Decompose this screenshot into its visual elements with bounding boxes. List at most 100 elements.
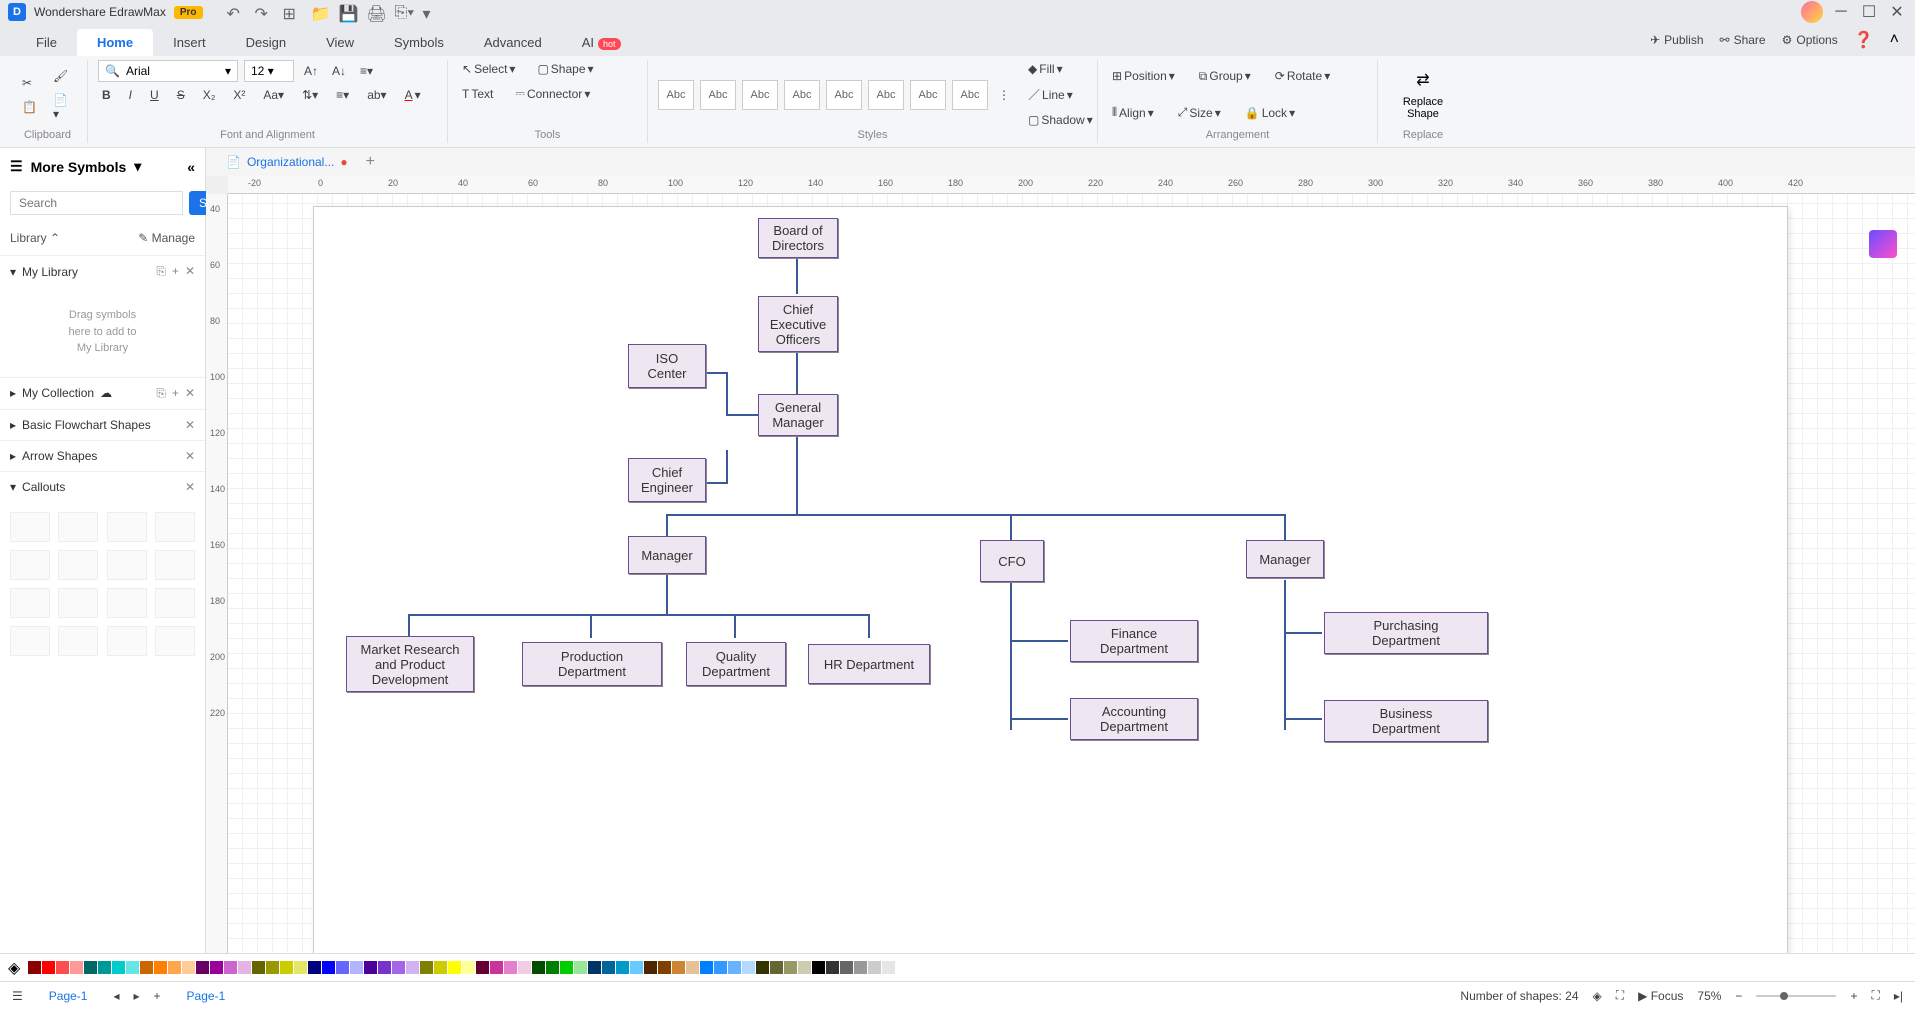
color-swatch[interactable]	[308, 961, 321, 974]
publish-button[interactable]: ✈Publish	[1650, 33, 1703, 47]
color-swatch[interactable]	[364, 961, 377, 974]
flowchart-section[interactable]: ▸ Basic Flowchart Shapes✕	[0, 410, 205, 440]
redo-icon[interactable]: ↷	[255, 4, 271, 20]
callout-shape[interactable]	[58, 550, 98, 580]
panel-toggle-icon[interactable]: ▸|	[1894, 989, 1903, 1003]
menu-file[interactable]: File	[16, 29, 77, 56]
org-mgr1[interactable]: Manager	[628, 536, 706, 574]
undo-icon[interactable]: ↶	[227, 4, 243, 20]
strike-icon[interactable]: S	[173, 86, 189, 104]
color-swatch[interactable]	[112, 961, 125, 974]
position-button[interactable]: ⊞ Position▾	[1108, 67, 1179, 85]
layers-icon[interactable]: ◈	[1593, 989, 1602, 1003]
callouts-section[interactable]: ▾ Callouts✕	[0, 472, 205, 502]
color-swatch[interactable]	[28, 961, 41, 974]
new-icon[interactable]: ⊞	[283, 4, 299, 20]
options-button[interactable]: ⚙Options	[1782, 33, 1838, 47]
color-swatch[interactable]	[490, 961, 503, 974]
color-swatch[interactable]	[644, 961, 657, 974]
page-add-icon[interactable]: +	[154, 989, 161, 1003]
color-swatch[interactable]	[266, 961, 279, 974]
color-swatch[interactable]	[784, 961, 797, 974]
subscript-icon[interactable]: X₂	[199, 86, 220, 104]
color-swatch[interactable]	[42, 961, 55, 974]
user-avatar[interactable]	[1801, 1, 1823, 23]
share-button[interactable]: ⚯Share	[1720, 33, 1766, 47]
org-ce[interactable]: Chief Engineer	[628, 458, 706, 502]
color-swatch[interactable]	[756, 961, 769, 974]
zoom-slider[interactable]	[1756, 995, 1836, 997]
color-swatch[interactable]	[70, 961, 83, 974]
org-fin[interactable]: Finance Department	[1070, 620, 1198, 662]
org-ceo[interactable]: Chief Executive Officers	[758, 296, 838, 352]
underline-icon[interactable]: U	[146, 86, 163, 104]
color-swatch[interactable]	[602, 961, 615, 974]
org-mkt[interactable]: Market Research and Product Development	[346, 636, 474, 692]
case-icon[interactable]: Aa▾	[259, 86, 288, 104]
color-swatch[interactable]	[224, 961, 237, 974]
ai-assistant-icon[interactable]	[1869, 230, 1897, 258]
select-tool[interactable]: ↖ Select▾	[458, 60, 519, 78]
list-icon[interactable]: ≡▾	[332, 86, 353, 104]
color-swatch[interactable]	[280, 961, 293, 974]
color-swatch[interactable]	[98, 961, 111, 974]
page-nav-icon[interactable]: ☰	[12, 989, 23, 1003]
color-swatch[interactable]	[504, 961, 517, 974]
size-button[interactable]: ⤢ Size▾	[1174, 103, 1225, 122]
color-swatch[interactable]	[770, 961, 783, 974]
shadow-button[interactable]: ▢ Shadow▾	[1024, 111, 1097, 129]
cut-icon[interactable]: ✂	[18, 74, 41, 92]
color-swatch[interactable]	[462, 961, 475, 974]
mycol-section[interactable]: ▸ My Collection ☁⎘+✕	[0, 378, 205, 409]
paste-icon[interactable]: 📄▾	[49, 91, 77, 123]
italic-icon[interactable]: I	[125, 86, 136, 104]
shrink-font-icon[interactable]: A↓	[328, 62, 350, 80]
close-icon[interactable]: ✕	[1887, 4, 1907, 20]
org-mgr2[interactable]: Manager	[1246, 540, 1324, 578]
style-preset-6[interactable]: Abc	[868, 80, 904, 110]
color-swatch[interactable]	[840, 961, 853, 974]
bold-icon[interactable]: B	[98, 86, 115, 104]
callout-shape[interactable]	[10, 588, 50, 618]
color-swatch[interactable]	[182, 961, 195, 974]
org-qual[interactable]: Quality Department	[686, 642, 786, 686]
replace-shape-button[interactable]: Replace Shape	[1403, 96, 1443, 120]
help-icon[interactable]: ❓	[1854, 30, 1874, 50]
menu-symbols[interactable]: Symbols	[374, 29, 464, 56]
color-swatch[interactable]	[448, 961, 461, 974]
org-gm[interactable]: General Manager	[758, 394, 838, 436]
color-swatch[interactable]	[896, 961, 909, 974]
replace-shape-icon[interactable]: ⇄	[1416, 70, 1429, 90]
callout-shape[interactable]	[155, 512, 195, 542]
color-swatch[interactable]	[210, 961, 223, 974]
align-text-icon[interactable]: ≡▾	[356, 62, 377, 80]
page-next-icon[interactable]: ▸	[134, 989, 140, 1003]
search-input[interactable]	[10, 191, 183, 215]
color-swatch[interactable]	[392, 961, 405, 974]
menu-insert[interactable]: Insert	[153, 29, 226, 56]
color-swatch[interactable]	[574, 961, 587, 974]
style-preset-3[interactable]: Abc	[742, 80, 778, 110]
menu-ai[interactable]: AIhot	[562, 29, 641, 56]
color-swatch[interactable]	[168, 961, 181, 974]
org-hr[interactable]: HR Department	[808, 644, 930, 684]
style-preset-5[interactable]: Abc	[826, 80, 862, 110]
focus-button[interactable]: ▶ Focus	[1638, 989, 1683, 1003]
doc-tab[interactable]: 📄Organizational...●	[216, 151, 358, 173]
color-swatch[interactable]	[56, 961, 69, 974]
callout-shape[interactable]	[107, 512, 147, 542]
color-swatch[interactable]	[882, 961, 895, 974]
align-button[interactable]: ⫴ Align▾	[1108, 103, 1158, 122]
color-swatch[interactable]	[406, 961, 419, 974]
connector-tool[interactable]: ⎓ Connector▾	[511, 84, 594, 103]
callout-shape[interactable]	[107, 550, 147, 580]
superscript-icon[interactable]: X²	[229, 86, 249, 104]
org-iso[interactable]: ISO Center	[628, 344, 706, 388]
font-color-icon[interactable]: A▾	[401, 86, 425, 104]
color-swatch[interactable]	[868, 961, 881, 974]
color-swatch[interactable]	[588, 961, 601, 974]
color-swatch[interactable]	[672, 961, 685, 974]
maximize-icon[interactable]: ☐	[1859, 4, 1879, 20]
mylib-section[interactable]: ▾ My Library⎘+✕	[0, 256, 205, 287]
color-swatch[interactable]	[294, 961, 307, 974]
